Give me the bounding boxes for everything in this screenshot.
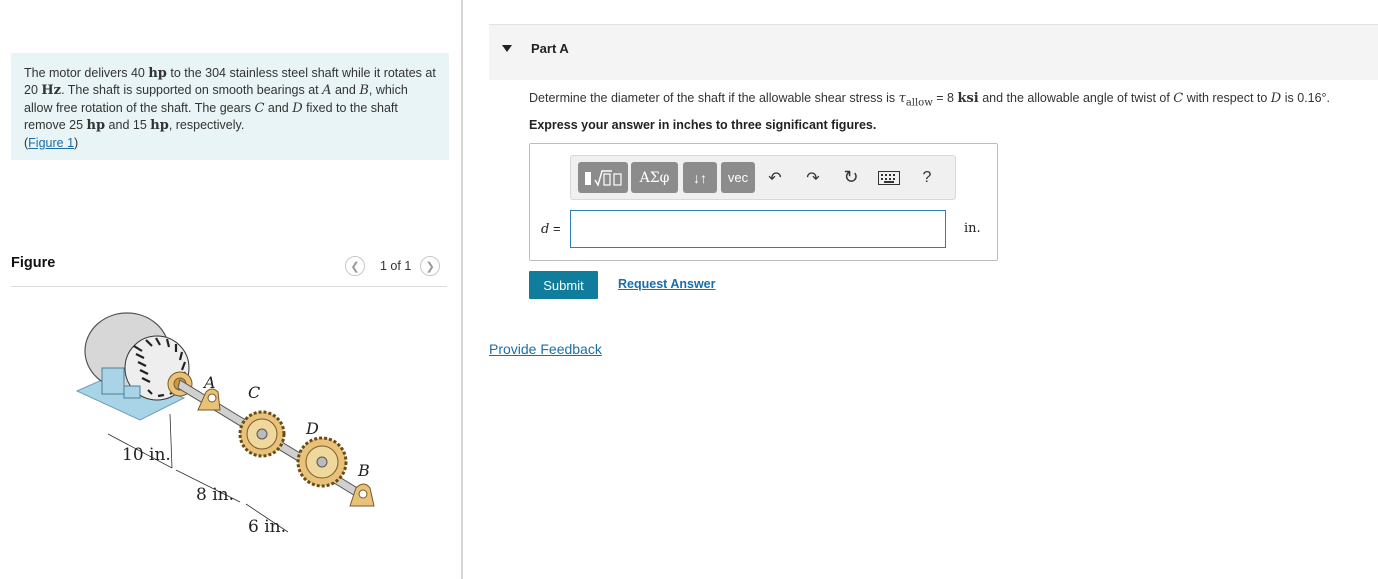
label-b: B xyxy=(357,461,370,480)
help-icon[interactable]: ? xyxy=(915,162,939,193)
panel-divider xyxy=(461,0,463,579)
greek-symbols-button[interactable]: ΑΣφ xyxy=(631,162,678,193)
chevron-left-icon[interactable]: ❮ xyxy=(345,256,365,276)
answer-unit: in. xyxy=(964,221,981,236)
label-d: D xyxy=(305,419,319,438)
problem-statement: The motor delivers 40 hp to the 304 stai… xyxy=(11,53,449,160)
shaft-figure: A C D B 10 in. 8 in. 6 in. xyxy=(75,312,375,537)
figure-navigation: ❮ 1 of 1 ❯ xyxy=(345,255,449,277)
figure-count: 1 of 1 xyxy=(380,259,412,273)
answer-box: ΑΣφ ↓↑ vec ↶ ↷ ↻ ? d = in. xyxy=(529,143,998,261)
vector-button[interactable]: vec xyxy=(721,162,755,193)
request-answer-link[interactable]: Request Answer xyxy=(618,277,715,291)
undo-icon[interactable]: ↶ xyxy=(763,162,787,193)
figure-rule xyxy=(11,286,447,287)
answer-input[interactable] xyxy=(570,210,946,248)
part-header[interactable]: Part A xyxy=(489,24,1378,80)
keyboard-icon[interactable] xyxy=(876,162,902,193)
reset-icon[interactable]: ↻ xyxy=(839,162,863,193)
label-a: A xyxy=(202,373,216,392)
figure-link[interactable]: Figure 1 xyxy=(28,136,74,150)
chevron-right-icon[interactable]: ❯ xyxy=(420,256,441,276)
collapse-triangle-icon[interactable] xyxy=(502,45,512,52)
dim-6in: 6 in. xyxy=(248,517,286,537)
dim-8in: 8 in. xyxy=(196,485,234,505)
subscript-superscript-button[interactable]: ↓↑ xyxy=(683,162,717,193)
part-title: Part A xyxy=(531,41,569,56)
math-toolbar: ΑΣφ ↓↑ vec ↶ ↷ ↻ ? xyxy=(570,155,956,200)
templates-sqrt-icon[interactable] xyxy=(578,162,628,193)
answer-variable: d = xyxy=(541,221,561,237)
label-c: C xyxy=(248,383,260,402)
question-text: Determine the diameter of the shaft if t… xyxy=(529,91,1331,109)
submit-button[interactable]: Submit xyxy=(529,271,598,299)
instruction-text: Express your answer in inches to three s… xyxy=(529,118,877,132)
dim-10in: 10 in. xyxy=(122,445,171,465)
figure-title: Figure xyxy=(11,255,56,271)
redo-icon[interactable]: ↷ xyxy=(801,162,825,193)
provide-feedback-link[interactable]: Provide Feedback xyxy=(489,341,602,357)
